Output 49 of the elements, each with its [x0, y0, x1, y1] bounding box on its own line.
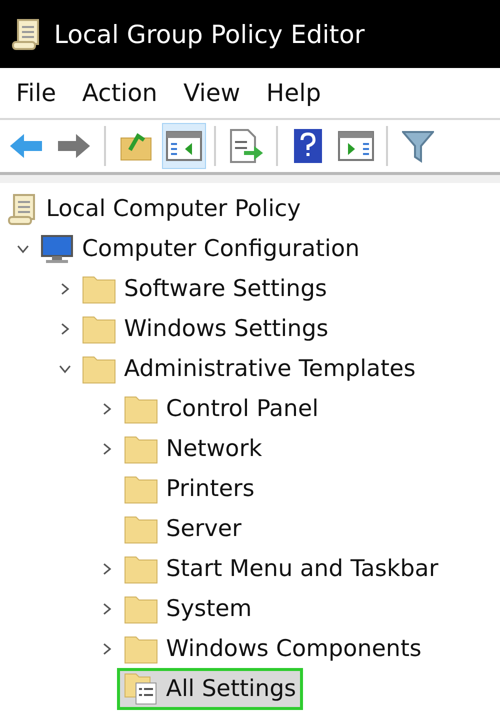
tree-item[interactable]: System [120, 591, 256, 627]
chevron-right-icon[interactable] [59, 323, 71, 335]
chevron-right-icon[interactable] [59, 283, 71, 295]
tree-item[interactable]: Computer Configuration [36, 231, 364, 267]
chevron-right-icon[interactable] [101, 603, 113, 615]
folder-icon [124, 514, 158, 544]
chevron-right-icon[interactable] [101, 403, 113, 415]
chevron-right-icon[interactable] [101, 563, 113, 575]
tree-item[interactable]: Control Panel [120, 391, 322, 427]
toolbar-button[interactable] [162, 123, 206, 169]
chevron-down-icon[interactable] [17, 243, 29, 255]
scroll-icon [12, 18, 42, 50]
tree-item[interactable]: Printers [120, 471, 258, 507]
chevron-down-icon[interactable] [59, 363, 71, 375]
tree-item[interactable]: Local Computer Policy [4, 191, 305, 227]
folder-icon [124, 594, 158, 624]
menu-item[interactable]: View [183, 79, 240, 107]
back-arrow-icon [8, 131, 44, 161]
tree-item[interactable]: Administrative Templates [78, 351, 420, 387]
tree-item[interactable]: Windows Settings [78, 311, 332, 347]
settings-folder-icon [124, 673, 158, 705]
tree-item[interactable]: Server [120, 511, 246, 547]
filter-icon [402, 129, 434, 163]
tree-item[interactable]: Start Menu and Taskbar [120, 551, 442, 587]
folder-icon [124, 394, 158, 424]
tree-item[interactable]: Software Settings [78, 271, 332, 307]
forward-arrow-icon [56, 131, 92, 161]
window-title: Local Group Policy Editor [54, 20, 365, 48]
folder-icon [124, 434, 158, 464]
chevron-right-icon[interactable] [101, 443, 113, 455]
folder-icon [82, 314, 116, 344]
computer-icon [40, 234, 74, 264]
folder-icon [124, 634, 158, 664]
tree-item[interactable]: Windows Components [120, 631, 426, 667]
console-tree-icon [166, 131, 202, 161]
action-pane-icon [338, 131, 374, 161]
menu-item[interactable]: Help [266, 79, 322, 107]
folder-icon [82, 274, 116, 304]
folder-icon [82, 354, 116, 384]
export-list-icon [228, 129, 264, 163]
folder-icon [124, 554, 158, 584]
folder-icon [124, 474, 158, 504]
scroll-icon [8, 193, 38, 225]
help-icon [293, 128, 323, 164]
tree-item[interactable]: All Settings [120, 671, 300, 707]
chevron-right-icon[interactable] [101, 643, 113, 655]
menu-item[interactable]: Action [82, 79, 158, 107]
tree-item[interactable]: Network [120, 431, 266, 467]
menu-item[interactable]: File [16, 79, 56, 107]
